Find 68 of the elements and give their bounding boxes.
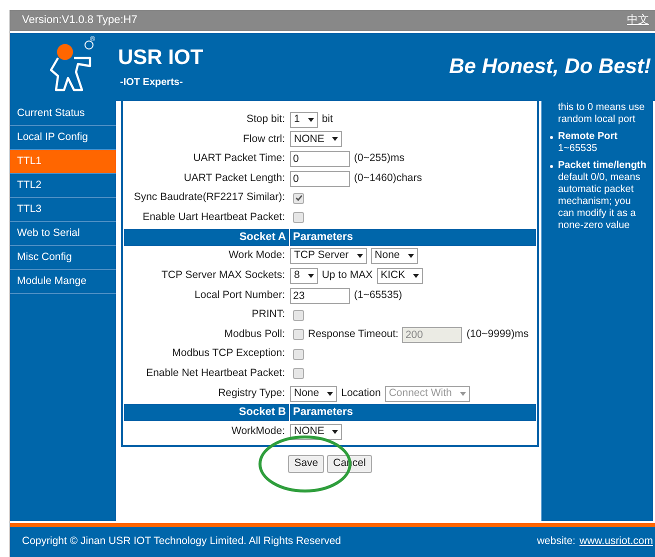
field-hint: (10~9999)ms (466, 326, 529, 342)
caret-icon (408, 254, 414, 258)
caret-icon (308, 118, 314, 122)
checkbox[interactable] (293, 368, 304, 380)
dropdown[interactable]: None (290, 386, 338, 402)
section-name: Socket B (124, 404, 290, 422)
version-text: Version:V1.0.8 Type:H7 (22, 13, 138, 28)
field-label: Sync Baudrate(RF2217 Similar): (132, 190, 286, 206)
section-title: Parameters (292, 405, 354, 420)
website-link[interactable]: www.usriot.com (579, 534, 653, 550)
field-label: Modbus TCP Exception: (171, 346, 286, 362)
language-link[interactable]: 中文 (627, 12, 649, 29)
caret-icon (327, 392, 334, 396)
help-title: Remote Port (558, 131, 618, 143)
dropdown[interactable]: NONE (290, 131, 342, 148)
field-hint: (0~1460)chars (354, 170, 422, 186)
caret-icon (356, 254, 363, 258)
field-label: UART Packet Length: (182, 170, 286, 186)
input-field[interactable]: 0 (290, 150, 350, 167)
bullet-icon (550, 165, 553, 168)
field-hint: (1~65535) (354, 288, 402, 303)
section-title: Parameters (292, 230, 354, 245)
help-text: default 0/0, means automatic packet mechanism; you can modify it as a none-zero value (558, 172, 642, 232)
field-label: Stop bit: (245, 112, 286, 127)
field-hint: bit (322, 112, 333, 127)
field-label: Work Mode: (228, 248, 286, 264)
dropdown[interactable]: 8 (290, 268, 318, 284)
checkbox[interactable] (293, 192, 304, 204)
checkbox[interactable] (293, 348, 304, 360)
caret-icon (332, 430, 338, 434)
checkbox[interactable] (293, 212, 304, 224)
website-label: website: (536, 534, 576, 550)
caret-icon (332, 137, 338, 142)
field-label: Flow ctrl: (242, 132, 286, 147)
brand-name: USR IOT (118, 44, 204, 70)
field-label: Registry Type: (217, 386, 286, 401)
field-label: Enable Uart Heartbeat Packet: (142, 210, 286, 225)
caret-icon (308, 274, 314, 278)
help-title: Packet time/length (558, 160, 648, 172)
bullet-icon (550, 136, 553, 139)
field-label: TCP Server MAX Sockets: (160, 268, 286, 284)
dropdown[interactable]: 1 (290, 112, 318, 128)
checkbox[interactable] (293, 329, 304, 340)
field-label: WorkMode: (230, 424, 286, 440)
field-hint: (0~255)ms (354, 151, 404, 166)
dropdown[interactable]: None (370, 248, 418, 264)
form-button[interactable]: Save (288, 454, 324, 473)
tagline: -IOT Experts- (120, 76, 184, 90)
help-text: 1~65535 (558, 143, 598, 155)
field-hint: Location (341, 386, 381, 401)
field-label: Enable Net Heartbeat Packet: (145, 366, 286, 382)
help-text: this to 0 means use random local port (557, 102, 646, 126)
dropdown[interactable]: KICK (376, 268, 424, 284)
field-label: Local Port Number: (194, 288, 286, 303)
field-label: PRINT: (250, 307, 286, 322)
slogan: Be Honest, Do Best! (449, 54, 651, 80)
field-label: UART Packet Time: (192, 151, 286, 166)
copyright-text: Copyright © Jinan USR IOT Technology Limited. All Rights Reserved (22, 534, 341, 550)
section-name: Socket A (124, 228, 290, 246)
field-label: Modbus Poll: (223, 326, 286, 342)
input-field[interactable]: 0 (290, 170, 350, 187)
caret-icon (460, 392, 466, 396)
caret-icon (413, 274, 420, 278)
input-field[interactable]: 23 (290, 288, 350, 304)
dropdown[interactable]: TCP Server (290, 248, 367, 264)
field-hint: Response Timeout: (308, 326, 398, 342)
checkbox[interactable] (293, 310, 304, 321)
field-hint: Up to MAX (322, 268, 373, 284)
